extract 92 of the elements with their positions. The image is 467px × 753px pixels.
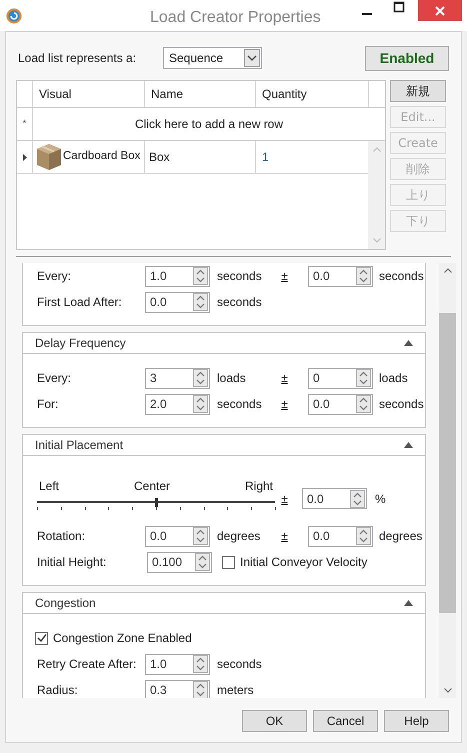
unit-label: seconds — [217, 396, 263, 413]
section-header[interactable]: Congestion — [23, 593, 425, 614]
plus-minus-sign: ± — [280, 370, 289, 387]
cardboard-box-icon — [36, 143, 62, 171]
collapse-arrow-icon[interactable] — [404, 442, 413, 448]
number-spinner[interactable]: 0.0 — [308, 266, 373, 286]
unit-label: seconds — [379, 396, 424, 413]
column-header[interactable]: Name — [145, 81, 256, 107]
plus-minus-sign: ± — [280, 396, 289, 413]
dialog-button[interactable]: Help — [384, 710, 449, 732]
number-spinner[interactable]: 0.0 — [302, 488, 367, 509]
unit-label: seconds — [217, 294, 263, 311]
spinner-arrows-icon[interactable] — [193, 655, 208, 673]
checkbox[interactable] — [35, 632, 48, 644]
spinner-arrows-icon[interactable] — [193, 395, 208, 413]
number-spinner[interactable]: 0 — [308, 368, 373, 388]
number-spinner[interactable]: 0.0 — [308, 394, 373, 414]
close-icon — [435, 6, 445, 16]
plus-minus-sign: ± — [280, 490, 289, 508]
collapse-arrow-icon[interactable] — [404, 600, 413, 606]
slider-label: Right — [244, 478, 273, 495]
add-row-prompt[interactable]: Click here to add a new row — [33, 108, 385, 140]
field-label: First Load After: — [37, 294, 123, 311]
section-header[interactable]: Initial Placement — [23, 435, 425, 456]
unit-label: seconds — [217, 268, 263, 285]
number-spinner[interactable]: 3 — [145, 368, 210, 388]
number-spinner[interactable]: 1.0 — [145, 654, 210, 674]
spinner-arrows-icon[interactable] — [193, 293, 208, 311]
unit-label: loads — [217, 370, 247, 387]
section-header[interactable]: Delay Frequency — [23, 333, 425, 354]
number-spinner[interactable]: 0.3 — [145, 680, 210, 698]
number-spinner[interactable]: 2.0 — [145, 394, 210, 414]
placement-slider[interactable] — [37, 497, 275, 511]
table-cell: Box — [145, 141, 256, 173]
unit-label: meters — [217, 682, 255, 698]
unit-label: % — [375, 490, 386, 508]
scroll-down-icon[interactable] — [444, 688, 452, 693]
field-label: Load list represents a: — [18, 50, 138, 67]
field-label: For: — [37, 396, 60, 413]
collapse-arrow-icon[interactable] — [404, 340, 413, 346]
spinner-arrows-icon[interactable] — [193, 369, 208, 387]
number-spinner[interactable]: 0.0 — [145, 526, 210, 546]
spinner-arrows-icon[interactable] — [193, 267, 208, 285]
field-label: Every: — [37, 268, 72, 285]
spinner-arrows-icon[interactable] — [356, 395, 371, 413]
row-expander-icon[interactable] — [22, 154, 26, 160]
number-spinner[interactable]: 0.0 — [308, 526, 373, 546]
spinner-arrows-icon[interactable] — [195, 553, 210, 571]
spinner-arrows-icon[interactable] — [350, 490, 365, 508]
represents-dropdown[interactable]: Sequence — [163, 47, 262, 69]
spinner-arrows-icon[interactable] — [193, 527, 208, 545]
spinner-arrows-icon[interactable] — [356, 369, 371, 387]
slider-label: Center — [134, 478, 170, 495]
dialog-button[interactable]: OK — [242, 710, 307, 732]
checkbox[interactable] — [222, 556, 235, 568]
table-cell-text: Cardboard Box — [63, 149, 140, 164]
panel-scrollbar[interactable] — [439, 263, 456, 698]
side-button[interactable]: 新規 — [390, 80, 446, 102]
enabled-toggle-button[interactable]: Enabled — [365, 46, 449, 70]
field-label: Retry Create After: — [37, 656, 138, 673]
dialog-button[interactable]: Cancel — [313, 710, 378, 732]
unit-label: loads — [379, 370, 408, 387]
unit-label: degrees — [379, 528, 422, 545]
table-cell-text: 1 — [261, 149, 270, 166]
plus-minus-sign: ± — [280, 268, 289, 285]
plus-minus-sign: ± — [280, 528, 289, 545]
scroll-up-icon[interactable] — [444, 268, 452, 273]
app-logo-icon — [6, 8, 22, 24]
column-header[interactable]: Visual — [33, 81, 145, 107]
table-row[interactable]: Cardboard Box Box 1 — [17, 141, 368, 174]
number-spinner[interactable]: 0.0 — [145, 292, 210, 312]
close-button[interactable] — [418, 0, 462, 21]
unit-label: seconds — [217, 656, 263, 673]
spinner-arrows-icon[interactable] — [356, 527, 371, 545]
spinner-arrows-icon[interactable] — [193, 681, 208, 698]
column-header[interactable]: Quantity — [256, 81, 369, 107]
checkmark-icon — [36, 633, 46, 643]
scrollbar-thumb[interactable] — [439, 313, 456, 613]
checkbox-label: Congestion Zone Enabled — [53, 630, 192, 647]
number-spinner[interactable]: 1.0 — [145, 266, 210, 286]
spinner-arrows-icon[interactable] — [356, 267, 371, 285]
unit-label: degrees — [217, 528, 262, 545]
number-spinner[interactable]: 0.100 — [147, 552, 212, 572]
field-label: Every: — [37, 370, 72, 387]
field-label: Radius: — [37, 682, 79, 698]
unit-label: seconds — [379, 268, 424, 285]
checkbox-label: Initial Conveyor Velocity — [240, 554, 368, 571]
slider-label: Left — [39, 478, 60, 495]
field-label: Initial Height: — [37, 554, 108, 571]
slider-thumb[interactable] — [155, 498, 158, 507]
field-label: Rotation: — [37, 528, 86, 545]
window-title: Load Creator Properties — [150, 8, 321, 28]
